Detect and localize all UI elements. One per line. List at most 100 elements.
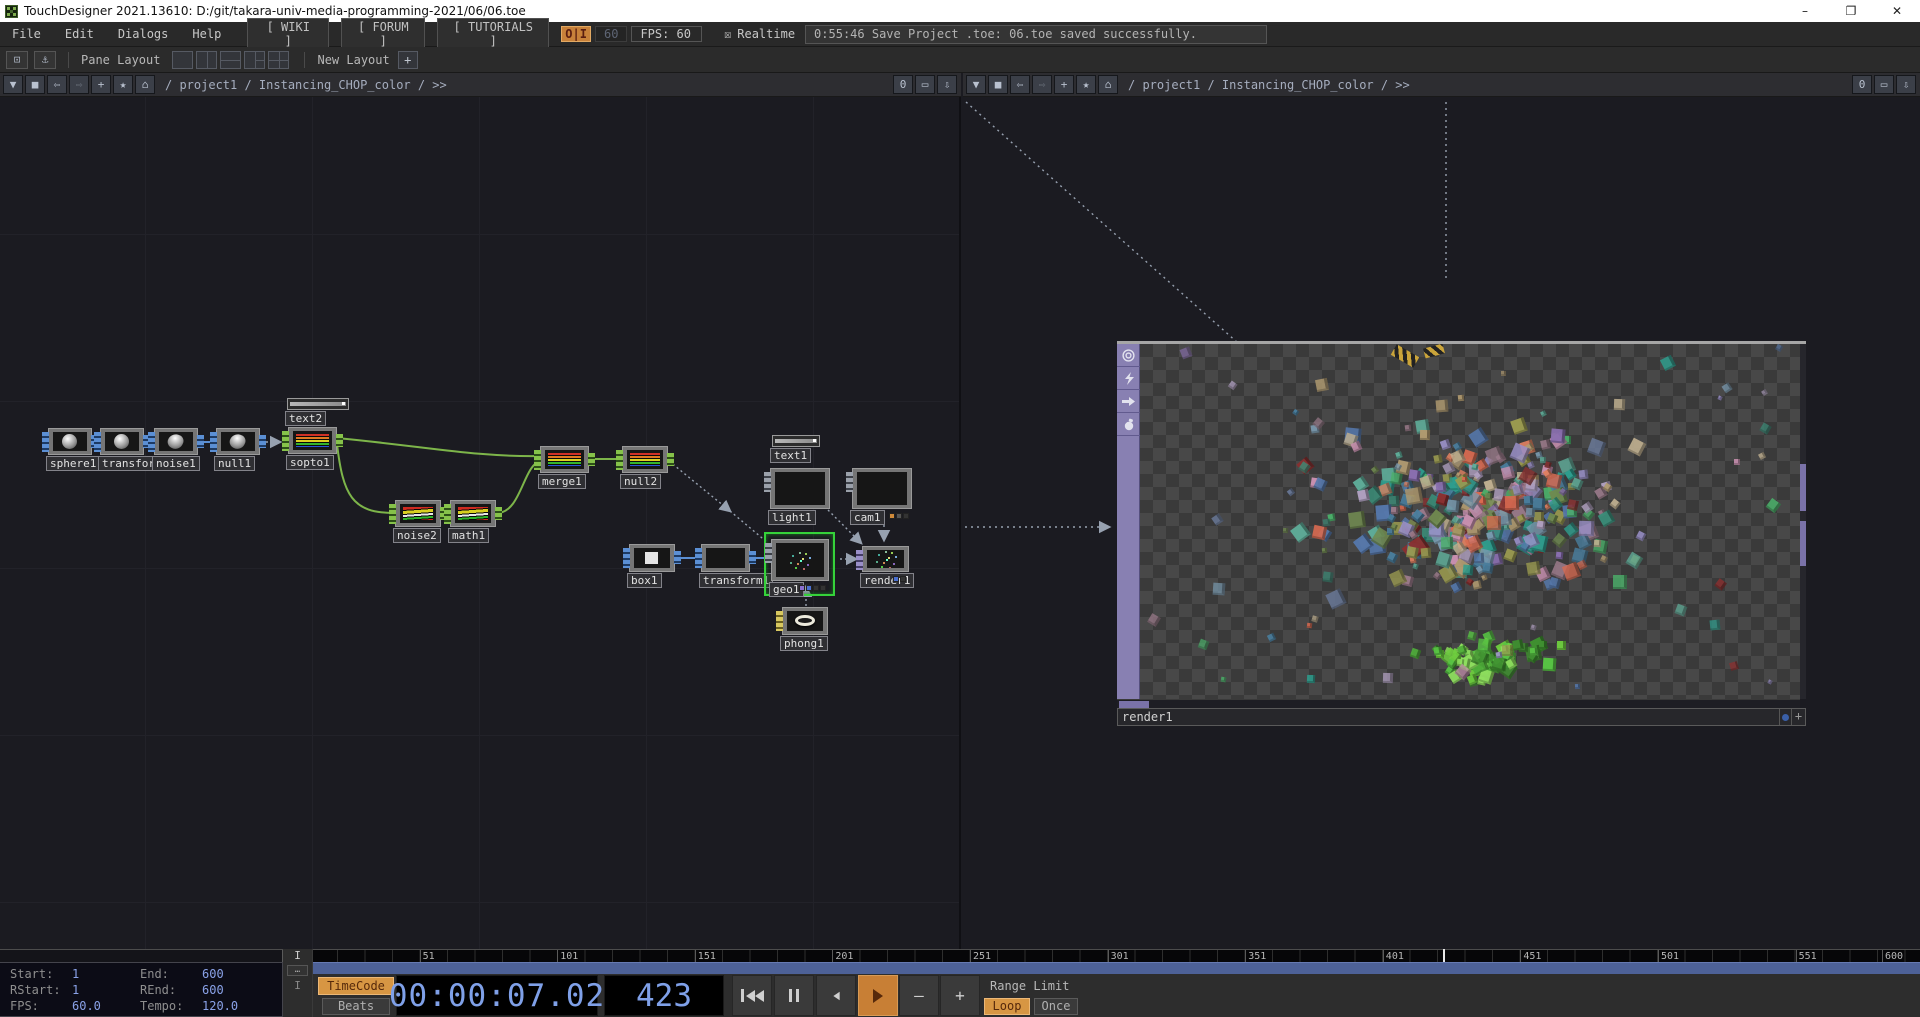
jump-to-start-button[interactable]: [732, 975, 772, 1016]
timeline-settings-panel[interactable]: Start:1End:600RStart:1REnd:600FPS:60.0Te…: [0, 962, 283, 1017]
timeline-ruler[interactable]: 151101151201251301351401451501551600: [282, 949, 1920, 962]
node-null1[interactable]: [216, 428, 260, 455]
network-viewer-pane[interactable]: render1 +: [963, 97, 1920, 949]
layout-three-pane-button[interactable]: [244, 51, 265, 69]
beats-mode-button[interactable]: Beats: [322, 998, 390, 1015]
menu-help[interactable]: Help: [180, 27, 233, 41]
node-flags[interactable]: [799, 585, 826, 591]
input-connector[interactable]: [444, 504, 451, 524]
maximize-button[interactable]: ❐: [1828, 0, 1874, 22]
pause-button[interactable]: [774, 975, 814, 1016]
grab-pan-icon[interactable]: [1117, 413, 1140, 436]
output-connector[interactable]: [749, 551, 756, 564]
node-noise1[interactable]: [154, 428, 198, 455]
input-connector[interactable]: [616, 450, 623, 470]
layout-quad-button[interactable]: [268, 51, 289, 69]
network-editor-pane[interactable]: sphere1transformnoise1null1text2sopto1no…: [0, 97, 961, 949]
input-connector[interactable]: [94, 432, 101, 452]
flag[interactable]: [900, 576, 906, 582]
scroll-thumb[interactable]: [1800, 464, 1806, 511]
render-output[interactable]: [1140, 344, 1800, 699]
back-arrow-icon[interactable]: ⇦: [1010, 75, 1030, 94]
step-back-button[interactable]: [816, 975, 856, 1016]
node-math1[interactable]: [450, 500, 496, 527]
node-cam1[interactable]: [852, 468, 912, 509]
oi-toggle[interactable]: O|I: [561, 26, 591, 42]
node-transform[interactable]: [100, 428, 144, 455]
breadcrumb[interactable]: / project1 / Instancing_CHOP_color / >>: [1128, 78, 1410, 92]
breadcrumb[interactable]: / project1 / Instancing_CHOP_color / >>: [165, 78, 447, 92]
drop-down-pane-icon[interactable]: ⇩: [937, 75, 957, 94]
node-null2[interactable]: [622, 446, 668, 473]
wiki-button[interactable]: [ WIKI ]: [247, 18, 329, 50]
minimize-button[interactable]: –: [1782, 0, 1828, 22]
flag[interactable]: [889, 513, 895, 519]
timecode-mode-button[interactable]: TimeCode: [318, 977, 394, 995]
zero-button[interactable]: 0: [1852, 75, 1872, 94]
scroll-thumb[interactable]: [1800, 521, 1806, 566]
input-connector[interactable]: [695, 548, 702, 568]
node-sphere1[interactable]: [48, 428, 92, 455]
output-connector[interactable]: [588, 453, 595, 466]
play-button[interactable]: [858, 975, 898, 1016]
node-sopto1[interactable]: [288, 427, 337, 454]
info-value[interactable]: 120.0: [202, 998, 270, 1014]
frame-display[interactable]: 423: [604, 975, 724, 1016]
home-icon[interactable]: ⌂: [135, 75, 155, 94]
once-button[interactable]: Once: [1034, 998, 1078, 1015]
realtime-checkbox[interactable]: ☒: [724, 27, 731, 41]
input-connector[interactable]: [764, 472, 771, 492]
drop-down-pane-icon[interactable]: ⇩: [1896, 75, 1916, 94]
menu-dialogs[interactable]: Dialogs: [106, 27, 181, 41]
viewer-add-button[interactable]: +: [1791, 709, 1805, 725]
flag[interactable]: [896, 513, 902, 519]
pane-type-dropdown-icon[interactable]: ▼: [3, 75, 23, 94]
input-connector[interactable]: [389, 504, 396, 524]
info-value[interactable]: 600: [202, 982, 270, 998]
timeline-options-button[interactable]: …: [287, 965, 308, 976]
flag[interactable]: [806, 585, 812, 591]
flag[interactable]: [799, 585, 805, 591]
pane-type-dropdown-icon[interactable]: ▼: [966, 75, 986, 94]
output-connector[interactable]: [674, 551, 681, 564]
output-connector[interactable]: [336, 434, 343, 447]
output-connector[interactable]: [259, 435, 266, 448]
back-arrow-icon[interactable]: ⇦: [47, 75, 67, 94]
flag[interactable]: [903, 513, 909, 519]
info-value[interactable]: 60.0: [72, 998, 140, 1014]
flag[interactable]: [813, 585, 819, 591]
forward-arrow-icon[interactable]: ⇨: [1032, 75, 1052, 94]
node-merge1[interactable]: [540, 446, 589, 473]
bookmark-star-icon[interactable]: ★: [1076, 75, 1096, 94]
viewer-vscrollbar[interactable]: [1800, 344, 1806, 699]
input-connector[interactable]: [210, 432, 217, 452]
menu-file[interactable]: File: [0, 27, 53, 41]
forward-arrow-icon[interactable]: ⇨: [69, 75, 89, 94]
node-noise2[interactable]: [395, 500, 441, 527]
zero-button[interactable]: 0: [893, 75, 913, 94]
input-connector[interactable]: [534, 450, 541, 470]
flag[interactable]: [893, 576, 899, 582]
viewer-hscrollbar[interactable]: [1117, 699, 1800, 708]
layout-split-horizontal-button[interactable]: [220, 51, 241, 69]
input-connector[interactable]: [846, 472, 853, 492]
fps-display[interactable]: FPS: 60: [631, 26, 702, 42]
add-icon[interactable]: +: [1054, 75, 1074, 94]
window-icon[interactable]: ▭: [1874, 75, 1894, 94]
layout-single-button[interactable]: [172, 51, 193, 69]
arrow-right-icon[interactable]: [1117, 390, 1140, 413]
info-value[interactable]: 1: [72, 982, 140, 998]
scroll-thumb[interactable]: [1119, 701, 1149, 708]
bookmark-star-icon[interactable]: ★: [113, 75, 133, 94]
render1-node-viewer[interactable]: render1 +: [1117, 341, 1806, 726]
forum-button[interactable]: [ FORUM ]: [341, 18, 425, 50]
node-text2[interactable]: [287, 398, 349, 410]
node-flags[interactable]: [889, 513, 909, 519]
node-phong1[interactable]: [782, 607, 828, 635]
tutorials-button[interactable]: [ TUTORIALS ]: [437, 18, 549, 50]
output-connector[interactable]: [667, 453, 674, 466]
stop-icon[interactable]: ■: [25, 75, 45, 94]
new-layout-add-button[interactable]: +: [398, 51, 418, 69]
input-connector[interactable]: [623, 548, 630, 568]
node-geo1[interactable]: [771, 539, 829, 581]
